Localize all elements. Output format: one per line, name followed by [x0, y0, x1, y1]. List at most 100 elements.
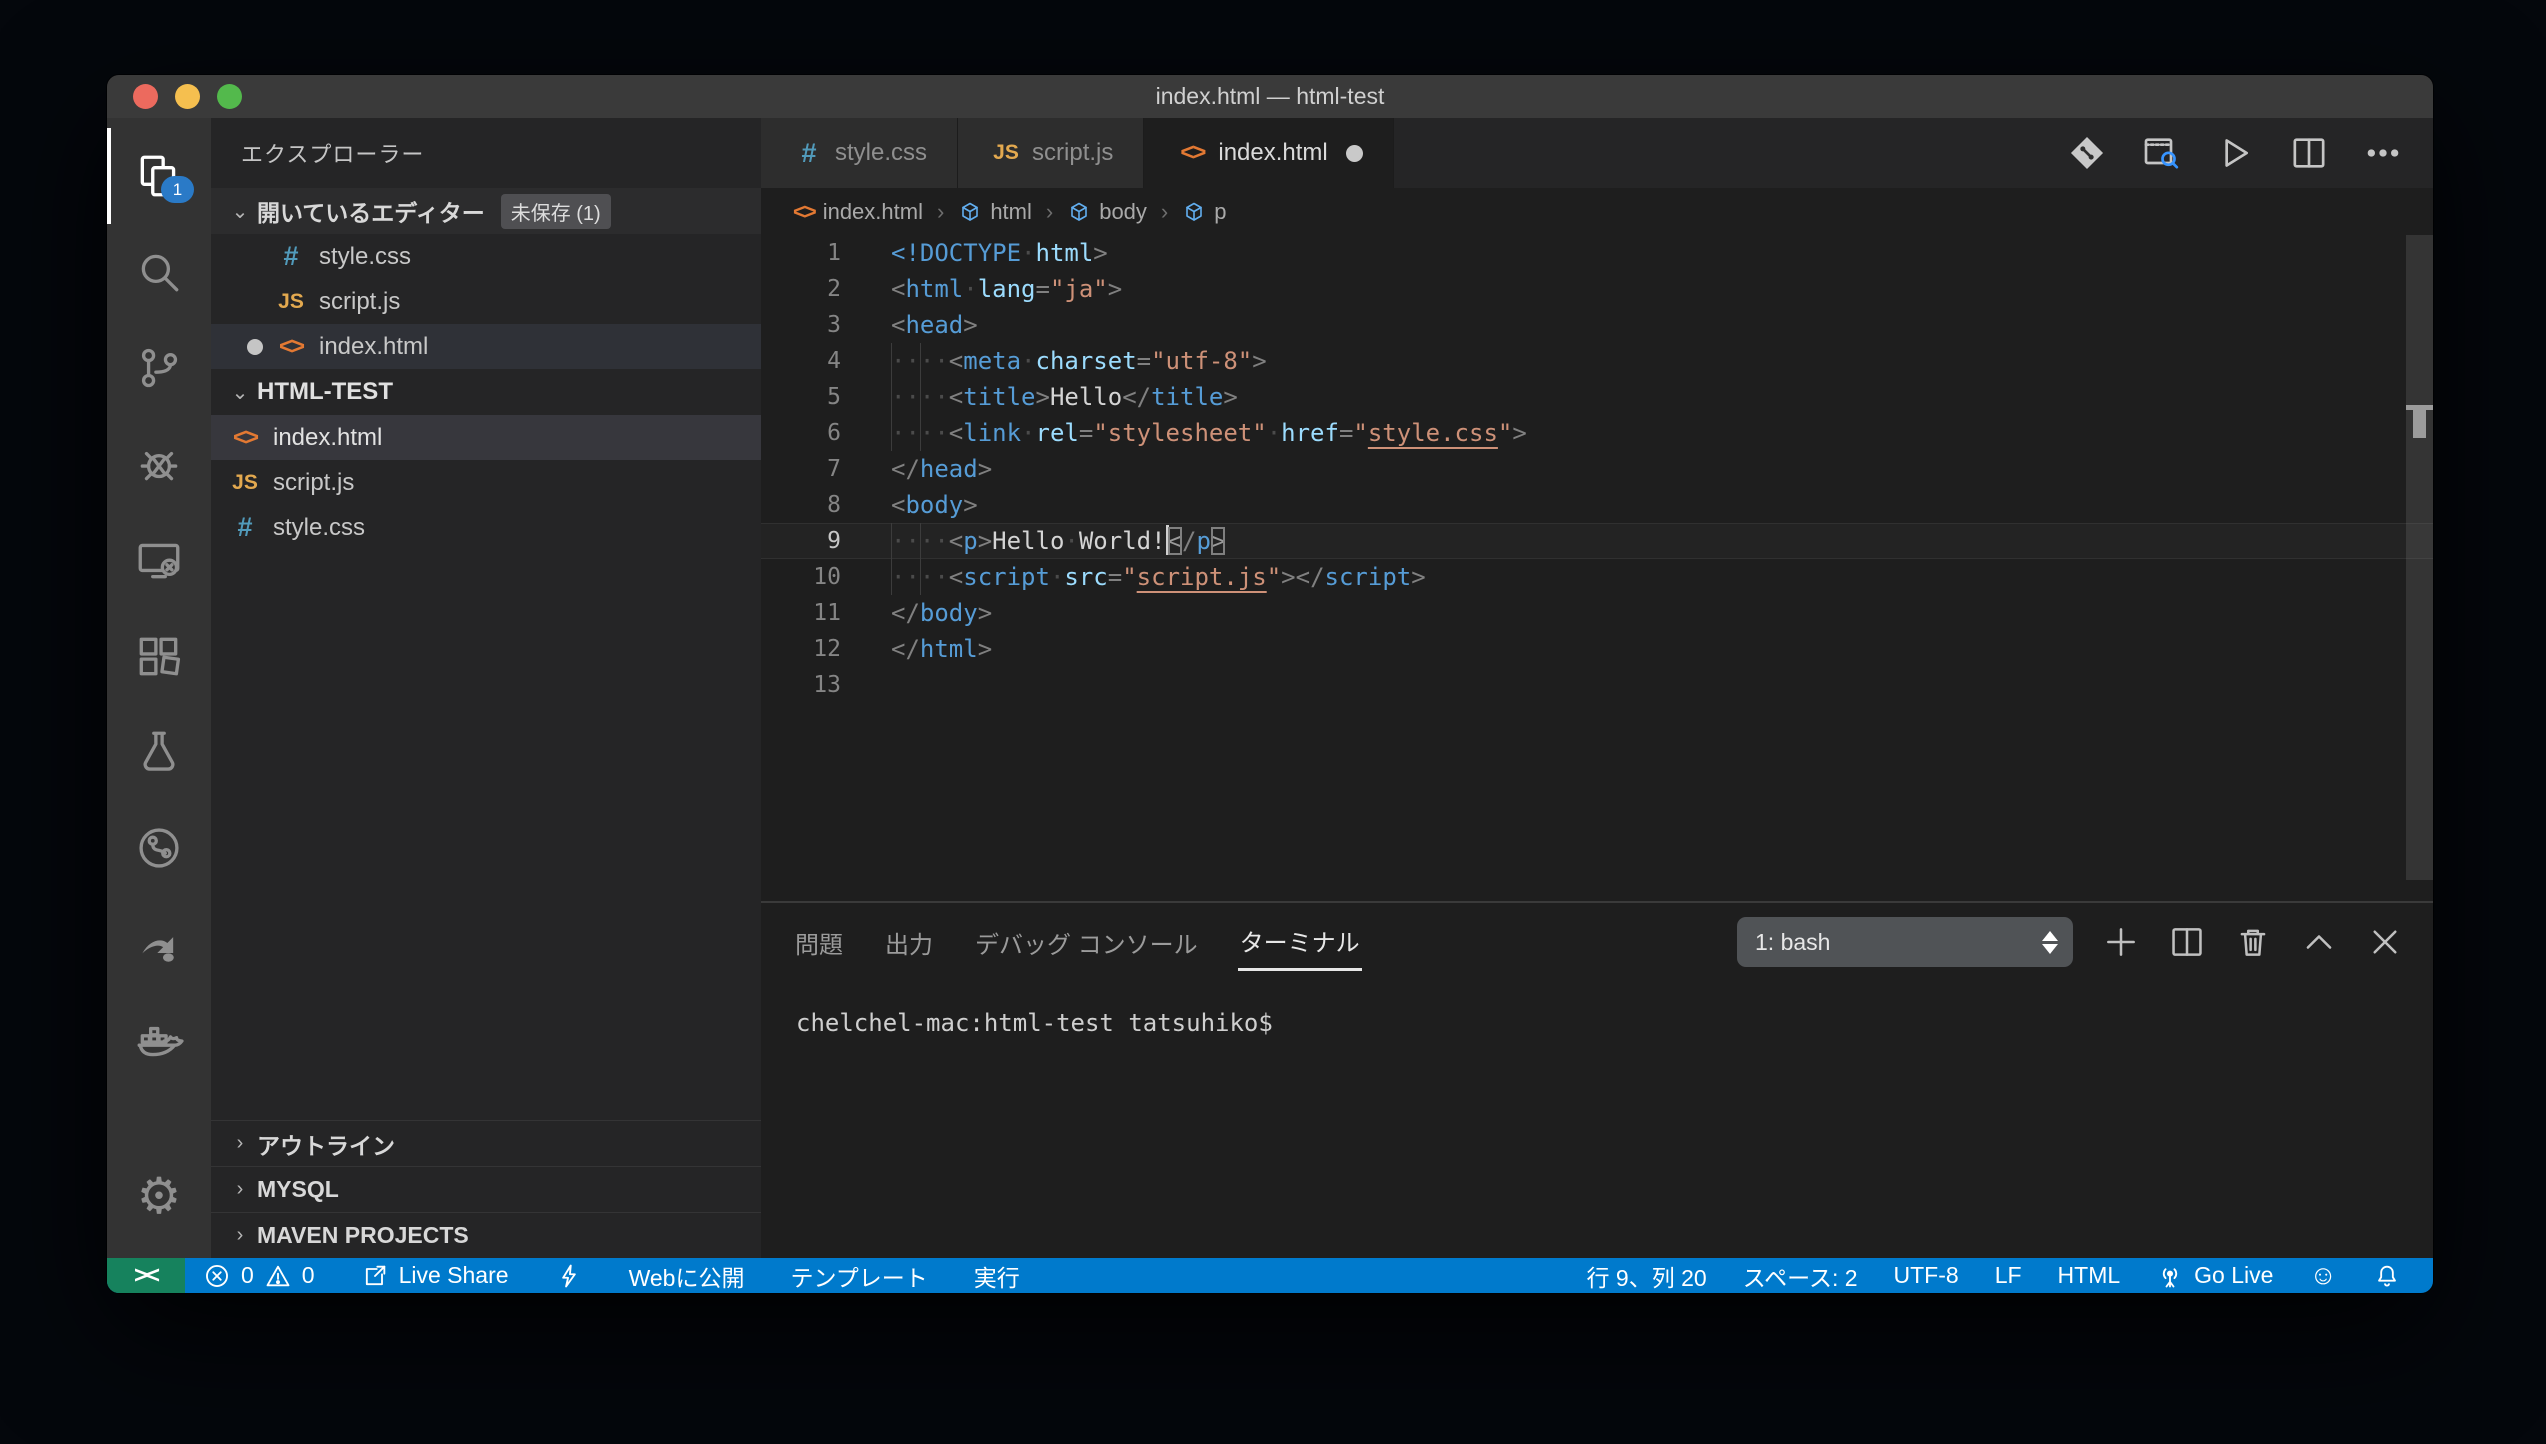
workspace-header[interactable]: ⌄ HTML-TEST [211, 369, 761, 415]
status-indentation[interactable]: スペース: 2 [1743, 1259, 1858, 1293]
editor-scrollbar[interactable] [2406, 235, 2433, 901]
panel-tab-出力[interactable]: 出力 [883, 915, 935, 970]
section-label: MYSQL [257, 1176, 339, 1203]
code-line-12[interactable]: 12</html> [761, 631, 2433, 667]
line-content: ····<meta·charset="utf-8"> [891, 343, 1267, 379]
code-line-8[interactable]: 8<body> [761, 487, 2433, 523]
activity-test[interactable] [107, 704, 211, 800]
line-content: <body> [891, 487, 978, 523]
minimize-button[interactable] [175, 84, 200, 109]
status-notifications[interactable] [2373, 1262, 2401, 1290]
split-editor-button[interactable] [2287, 131, 2331, 175]
status-live-share[interactable]: Live Share [361, 1262, 509, 1290]
section-アウトライン[interactable]: ›アウトライン [211, 1120, 761, 1166]
open-editors-header[interactable]: ⌄ 開いているエディター 未保存 (1) [211, 188, 761, 234]
code-token: script [1325, 563, 1412, 591]
activity-gitlens[interactable] [107, 800, 211, 896]
scrollbar-thumb[interactable] [2406, 235, 2433, 880]
open-editor-index.html[interactable]: <>index.html [211, 324, 761, 369]
code-token: <!DOCTYPE [891, 239, 1021, 267]
status-problems[interactable]: 00 [203, 1262, 315, 1290]
activity-extensions[interactable] [107, 608, 211, 704]
status-template[interactable]: テンプレート [790, 1259, 927, 1293]
code-token: > [978, 599, 992, 627]
open-preview-button[interactable] [2139, 131, 2183, 175]
code-line-5[interactable]: 5····<title>Hello</title> [761, 379, 2433, 415]
code-line-6[interactable]: 6····<link·rel="stylesheet"·href="style.… [761, 415, 2433, 451]
activity-remote-explorer[interactable] [107, 512, 211, 608]
tab-index.html[interactable]: <>index.html [1144, 118, 1393, 188]
close-button[interactable] [133, 84, 158, 109]
status-eol[interactable]: LF [1995, 1262, 2022, 1289]
close-panel-button[interactable] [2363, 920, 2407, 964]
code-editor[interactable]: 1<!DOCTYPE·html>2<html·lang="ja">3<head>… [761, 235, 2433, 901]
activity-live-share[interactable] [107, 896, 211, 992]
kill-terminal-button[interactable] [2231, 920, 2275, 964]
remote-indicator[interactable]: >< [107, 1258, 185, 1293]
terminal-select[interactable]: 1: bash [1737, 917, 2073, 967]
activity-settings[interactable]: ⚙ [107, 1148, 211, 1244]
activity-docker[interactable] [107, 992, 211, 1088]
vscode-window: index.html — html-test 1⚙ エクスプローラー ⌄ 開いて… [107, 75, 2433, 1293]
window-title: index.html — html-test [1156, 83, 1385, 110]
code-line-4[interactable]: 4····<meta·charset="utf-8"> [761, 343, 2433, 379]
activity-debug[interactable] [107, 416, 211, 512]
activity-source-control[interactable] [107, 320, 211, 416]
code-line-13[interactable]: 13 [761, 667, 2433, 703]
title-bar[interactable]: index.html — html-test [107, 75, 2433, 118]
zoom-button[interactable] [217, 84, 242, 109]
code-line-1[interactable]: 1<!DOCTYPE·html> [761, 235, 2433, 271]
line-content: ····<link·rel="stylesheet"·href="style.c… [891, 415, 1527, 451]
open-editor-style.css[interactable]: #style.css [211, 234, 761, 279]
status-publish-web[interactable]: Webに公開 [629, 1259, 745, 1293]
section-mysql[interactable]: ›MYSQL [211, 1166, 761, 1212]
split-terminal-button[interactable] [2165, 920, 2209, 964]
breadcrumb-body[interactable]: body [1067, 199, 1147, 225]
status-cursor-position[interactable]: 行 9、列 20 [1587, 1259, 1707, 1293]
tree-item-script.js[interactable]: JSscript.js [211, 460, 761, 505]
git-button[interactable] [2065, 131, 2109, 175]
breadcrumb[interactable]: <>index.html›html›body›p [761, 188, 2433, 235]
code-line-3[interactable]: 3<head> [761, 307, 2433, 343]
maximize-panel-button[interactable] [2297, 920, 2341, 964]
open-editor-script.js[interactable]: JSscript.js [211, 279, 761, 324]
panel-tab-問題[interactable]: 問題 [793, 915, 845, 970]
code-line-10[interactable]: 10····<script·src="script.js"></script> [761, 559, 2433, 595]
breadcrumb-label: body [1099, 199, 1147, 225]
status-flash[interactable] [555, 1262, 583, 1290]
code-token: < [949, 527, 963, 555]
new-terminal-button[interactable] [2099, 920, 2143, 964]
breadcrumb-p[interactable]: p [1182, 199, 1226, 225]
tree-indent: <> [227, 424, 263, 452]
breadcrumb-index.html[interactable]: <>index.html [793, 199, 923, 225]
activity-explorer[interactable]: 1 [107, 128, 211, 224]
tab-script.js[interactable]: JSscript.js [958, 118, 1144, 188]
status-language-mode[interactable]: HTML [2058, 1262, 2121, 1289]
terminal[interactable]: chelchel-mac:html-test tatsuhiko$ [761, 981, 2433, 1258]
tree-item-index.html[interactable]: <>index.html [211, 415, 761, 460]
open-editors-label: 開いているエディター [257, 194, 485, 228]
code-line-2[interactable]: 2<html·lang="ja"> [761, 271, 2433, 307]
status-feedback[interactable]: ☺ [2309, 1262, 2337, 1289]
panel-tab-ターミナル[interactable]: ターミナル [1238, 913, 1362, 971]
symbol-cube-icon [958, 200, 982, 224]
close-icon [2366, 923, 2404, 961]
section-maven-projects[interactable]: ›MAVEN PROJECTS [211, 1212, 761, 1258]
run-button[interactable] [2213, 131, 2257, 175]
code-line-11[interactable]: 11</body> [761, 595, 2433, 631]
code-token: > [1211, 527, 1225, 555]
code-token: ···· [891, 419, 949, 447]
activity-search[interactable] [107, 224, 211, 320]
more-actions-button[interactable] [2361, 131, 2405, 175]
status-run-task[interactable]: 実行 [974, 1259, 1020, 1293]
status-encoding[interactable]: UTF-8 [1894, 1262, 1959, 1289]
tab-style.css[interactable]: #style.css [761, 118, 958, 188]
code-token: > [978, 635, 992, 663]
panel-tab-デバッグ コンソール[interactable]: デバッグ コンソール [973, 915, 1200, 970]
code-line-7[interactable]: 7</head> [761, 451, 2433, 487]
breadcrumb-html[interactable]: html [958, 199, 1032, 225]
tree-item-style.css[interactable]: #style.css [211, 505, 761, 550]
code-line-9[interactable]: 9····<p>Hello·World!</p> [761, 523, 2433, 559]
code-token: ···· [891, 563, 949, 591]
status-go-live[interactable]: Go Live [2156, 1262, 2273, 1290]
